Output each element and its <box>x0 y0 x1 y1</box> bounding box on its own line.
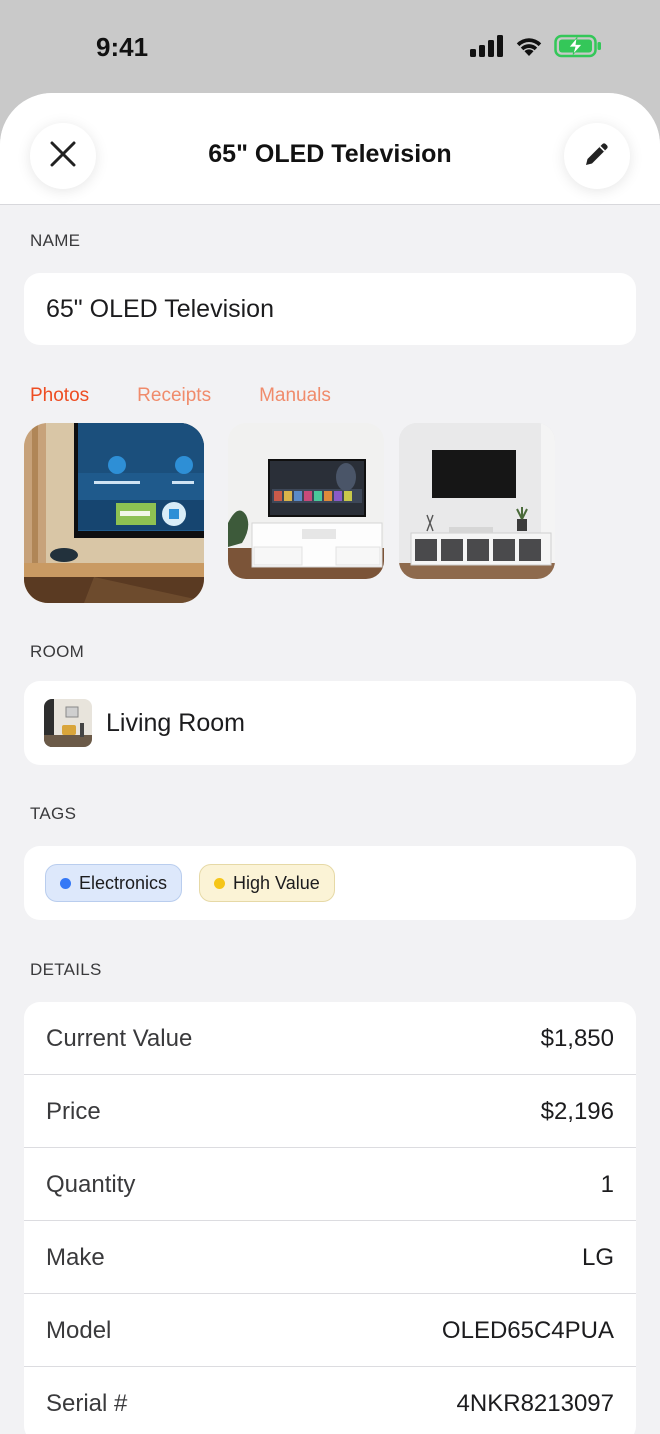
edit-button[interactable] <box>564 123 630 189</box>
detail-row-model[interactable]: Model OLED65C4PUA <box>24 1294 636 1367</box>
tags-field[interactable]: Electronics High Value <box>24 846 636 920</box>
tab-manuals[interactable]: Manuals <box>259 385 331 407</box>
living-room-photo <box>44 699 92 747</box>
detail-label: Serial # <box>46 1390 128 1417</box>
room-selector[interactable]: Living Room <box>24 681 636 765</box>
detail-row-quantity[interactable]: Quantity 1 <box>24 1148 636 1221</box>
detail-value: $1,850 <box>540 1025 614 1052</box>
detail-label: Quantity <box>46 1171 136 1198</box>
wifi-icon <box>514 35 544 62</box>
status-icons <box>470 34 602 63</box>
media-tabs: Photos Receipts Manuals <box>30 385 379 407</box>
tv-on-white-stand-photo <box>228 423 384 579</box>
detail-value: 1 <box>600 1171 614 1198</box>
detail-label: Current Value <box>46 1025 193 1052</box>
item-detail-sheet: 65" OLED Television NAME 65" OLED Televi… <box>0 93 660 1434</box>
detail-label: Make <box>46 1244 105 1271</box>
detail-row-price[interactable]: Price $2,196 <box>24 1075 636 1148</box>
details-list: Current Value $1,850 Price $2,196 Quanti… <box>24 1002 636 1434</box>
detail-value: 4NKR8213097 <box>456 1390 614 1417</box>
status-time: 9:41 <box>96 32 149 62</box>
page-title: 65" OLED Television <box>208 140 452 168</box>
room-section-label: ROOM <box>30 642 85 661</box>
room-name: Living Room <box>106 709 245 737</box>
photo-thumbnail-1[interactable] <box>24 423 204 603</box>
detail-label: Price <box>46 1098 101 1125</box>
tab-receipts[interactable]: Receipts <box>137 385 211 407</box>
tag-label: Electronics <box>79 872 168 893</box>
name-section-label: NAME <box>30 231 81 250</box>
tags-section-label: TAGS <box>30 804 77 823</box>
detail-row-current-value[interactable]: Current Value $1,850 <box>24 1002 636 1075</box>
tag-color-dot <box>60 877 71 889</box>
pencil-icon <box>583 140 611 173</box>
tv-on-shelf-photo <box>24 423 204 603</box>
battery-charging-icon <box>554 34 602 63</box>
room-thumbnail <box>44 699 92 747</box>
sheet-header: 65" OLED Television <box>0 93 660 205</box>
tag-color-dot <box>214 877 225 889</box>
detail-label: Model <box>46 1317 112 1344</box>
detail-row-make[interactable]: Make LG <box>24 1221 636 1294</box>
detail-row-serial-number[interactable]: Serial # 4NKR8213097 <box>24 1367 636 1434</box>
details-section-label: DETAILS <box>30 960 102 979</box>
name-field-value: 65" OLED Television <box>46 295 274 323</box>
status-bar: 9:41 <box>0 0 660 96</box>
tag-label: High Value <box>233 872 320 893</box>
tag-high-value[interactable]: High Value <box>199 864 335 902</box>
tag-electronics[interactable]: Electronics <box>45 864 183 902</box>
photo-thumbnail-3[interactable] <box>399 423 555 579</box>
tab-photos[interactable]: Photos <box>30 385 89 407</box>
photo-thumbnail-2[interactable] <box>228 423 384 579</box>
detail-value: OLED65C4PUA <box>441 1317 614 1344</box>
detail-value: LG <box>581 1244 614 1271</box>
detail-value: $2,196 <box>540 1098 614 1125</box>
cellular-signal-icon <box>470 35 504 62</box>
name-field[interactable]: 65" OLED Television <box>24 273 636 345</box>
wall-mounted-tv-photo <box>399 423 555 579</box>
